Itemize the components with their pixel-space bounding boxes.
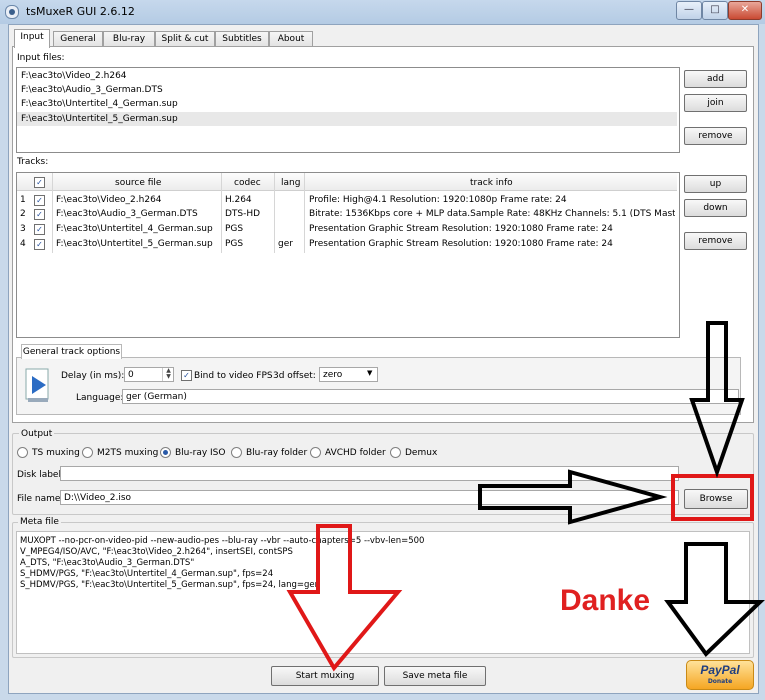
down-arrow-icon (286, 524, 403, 672)
paypal-donate-label: Donate (707, 678, 733, 685)
danke-annotation: Danke (560, 584, 651, 617)
down-arrow-icon (689, 321, 745, 479)
paypal-logo: PayPal (700, 663, 740, 677)
tab-input[interactable]: Input (14, 29, 50, 48)
down-arrow-icon (664, 542, 765, 658)
annotation-overlay (286, 321, 765, 672)
right-arrow-icon (478, 469, 668, 525)
highlight-box (671, 474, 754, 521)
